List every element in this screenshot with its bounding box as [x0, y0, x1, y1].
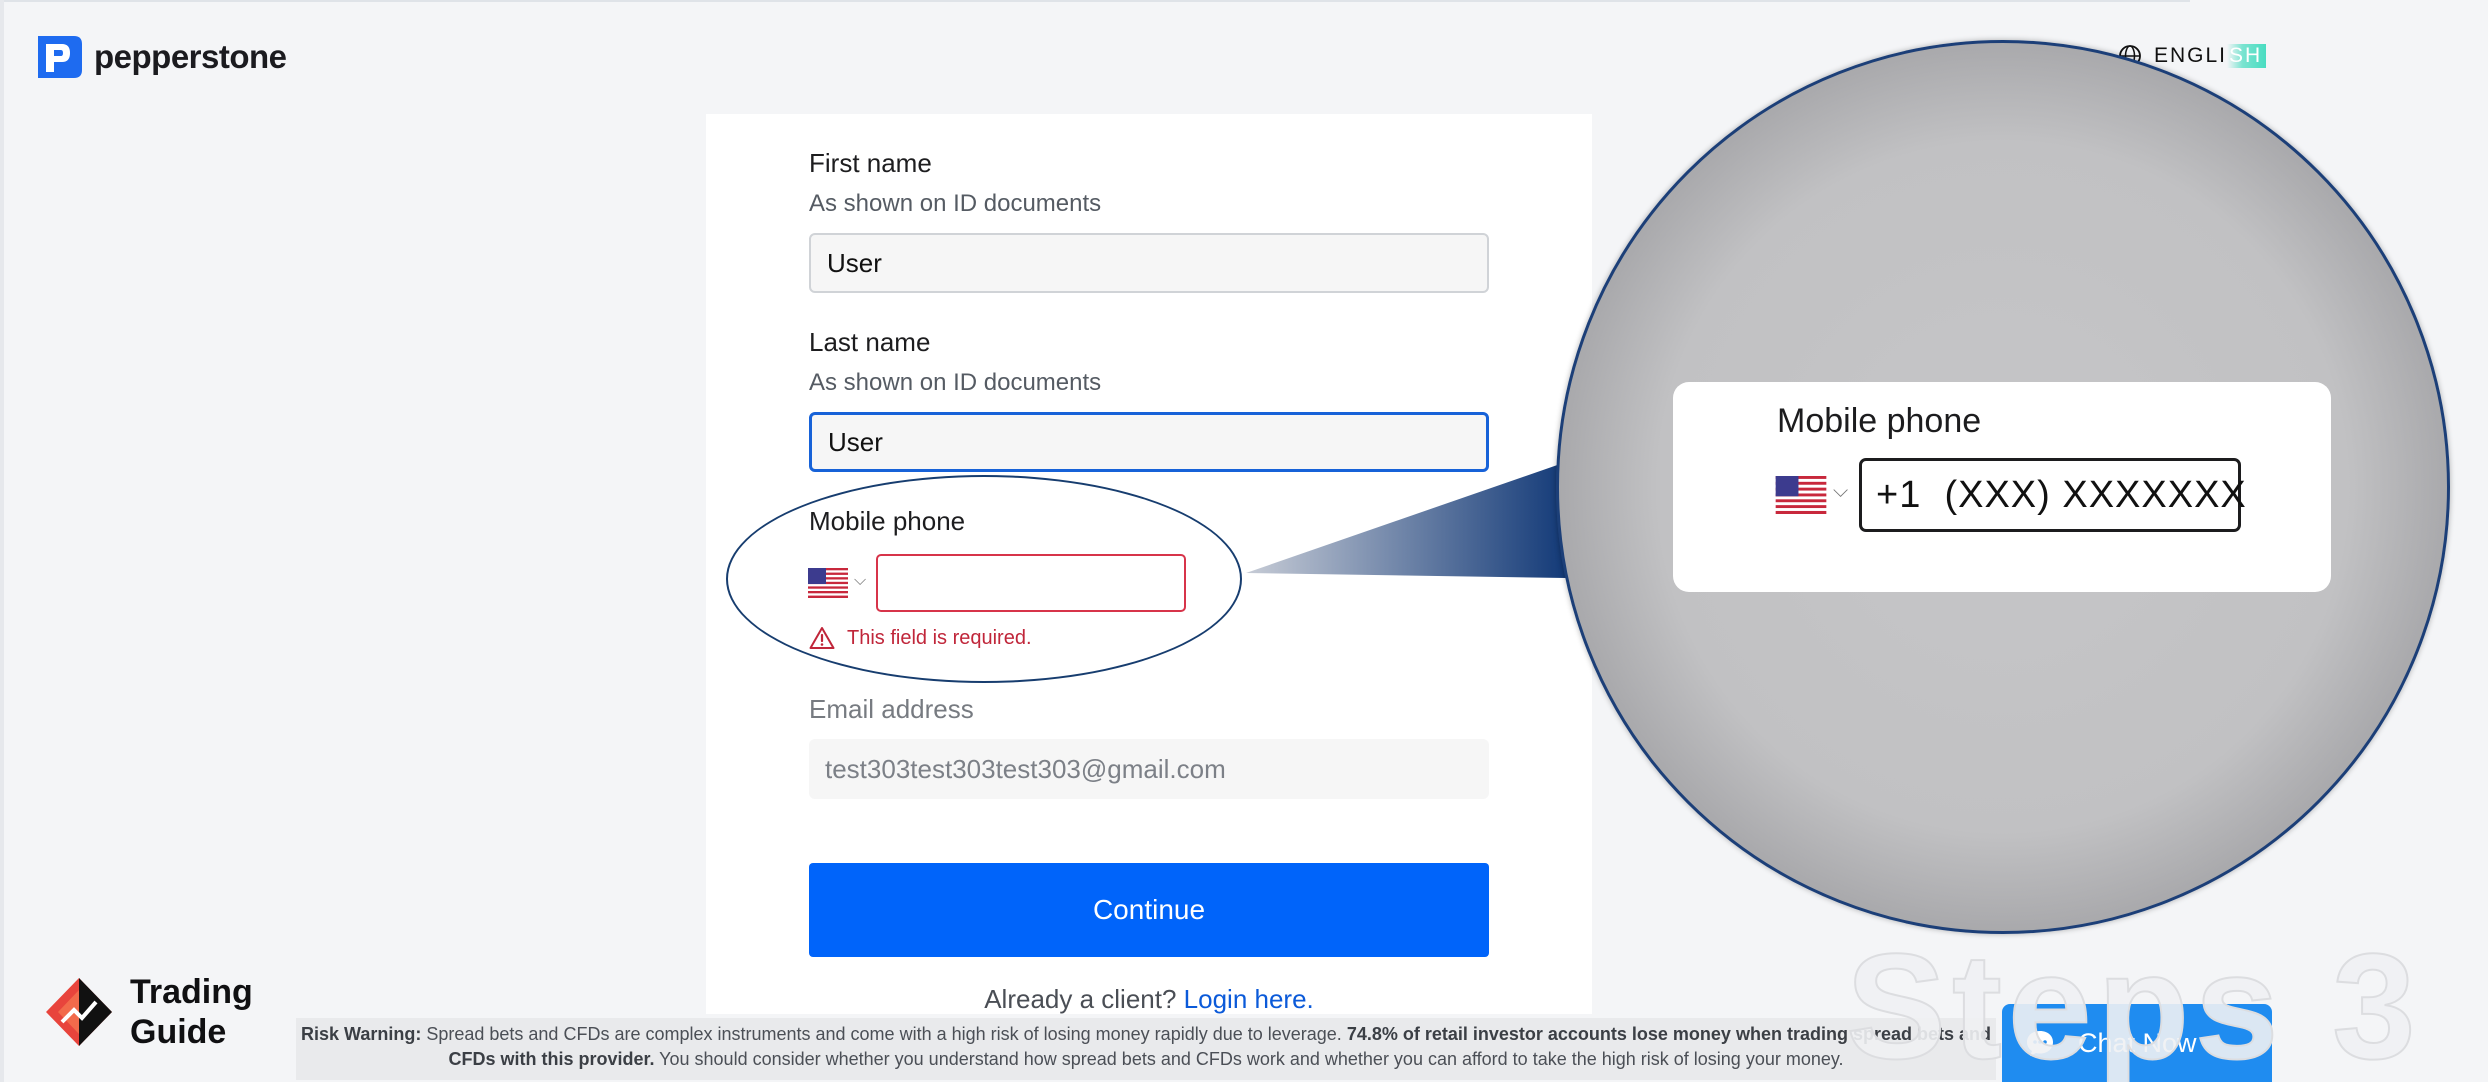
- risk-warning-lead: Risk Warning:: [301, 1024, 422, 1044]
- trading-guide-line2: Guide: [130, 1013, 227, 1051]
- risk-warning-text2: You should consider whether you understa…: [654, 1049, 1844, 1069]
- risk-warning-bar: Risk Warning: Spread bets and CFDs are c…: [296, 1018, 1996, 1080]
- trading-guide-logo: Trading Guide: [44, 972, 253, 1052]
- steps-watermark: Steps 3: [1845, 921, 2422, 1082]
- risk-warning-text1: Spread bets and CFDs are complex instrum…: [421, 1024, 1347, 1044]
- zoomed-phone-placeholder: +1 (XXX) XXXXXXX: [1876, 473, 2247, 516]
- zoomed-phone-card: Mobile phone ⌵ +1 (XXX) XXXXXXX: [1673, 382, 2331, 592]
- zoomed-phone-input: +1 (XXX) XXXXXXX: [1859, 458, 2246, 532]
- zoomed-phone-label: Mobile phone: [1777, 402, 1982, 440]
- trading-guide-logo-icon: [46, 978, 112, 1046]
- trading-guide-line1: Trading: [130, 973, 253, 1011]
- zoomed-chevron-down-icon: ⌵: [1833, 480, 1849, 502]
- zoomed-us-flag-icon: [1775, 476, 1827, 514]
